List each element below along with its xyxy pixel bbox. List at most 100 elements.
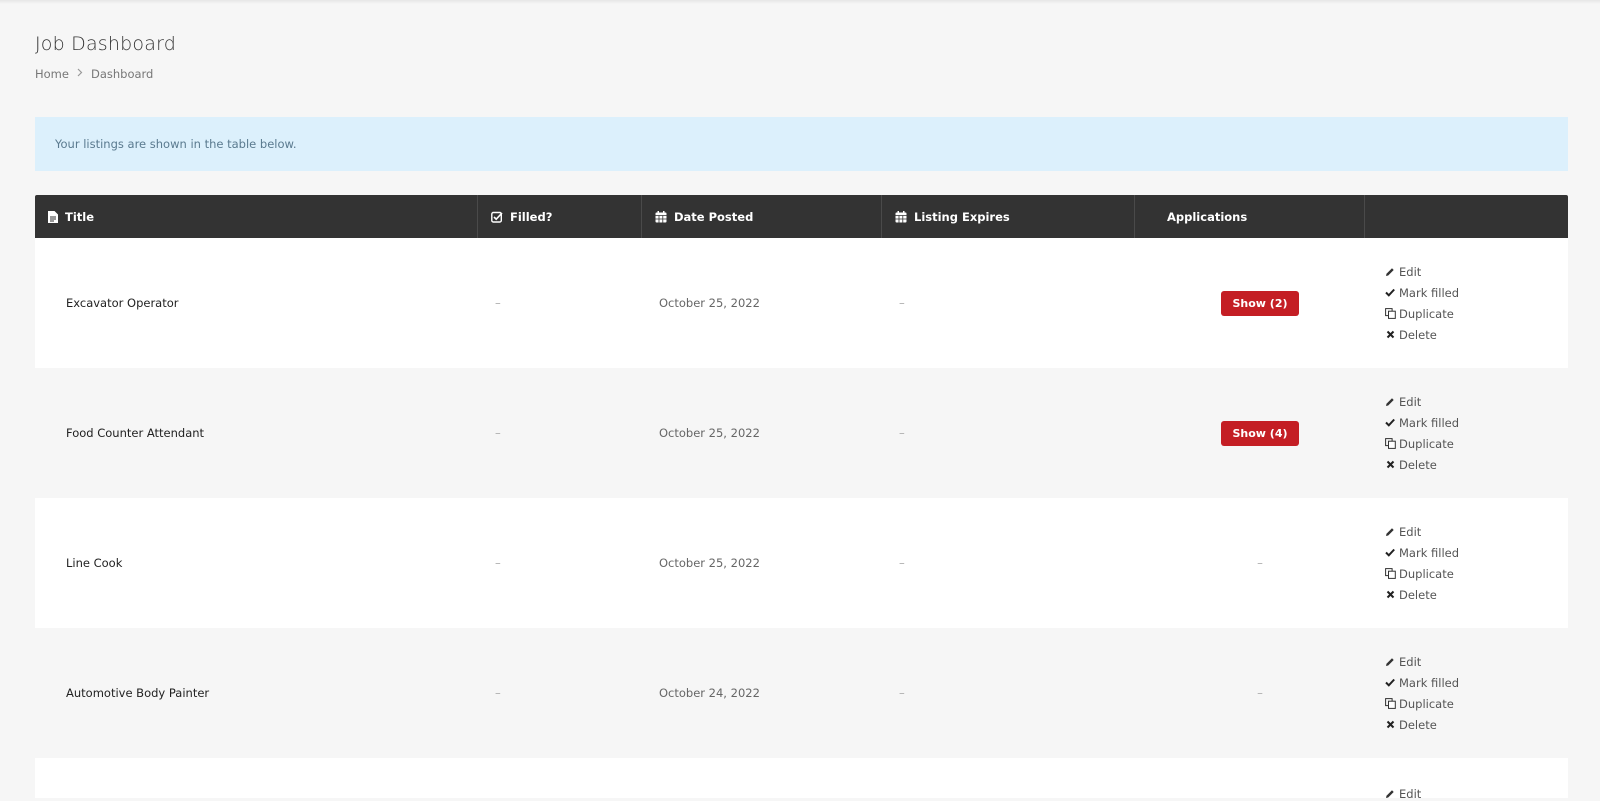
breadcrumb: Home Dashboard: [35, 67, 153, 81]
filled-status: –: [478, 628, 642, 758]
show-applications-button[interactable]: Show (2): [1221, 290, 1299, 316]
date-posted-text: October 25, 2022: [659, 296, 760, 310]
mark-filled-action[interactable]: Mark filled: [1383, 545, 1459, 560]
actions-cell: Edit Mark filled Duplicate Delete: [1365, 498, 1568, 628]
edit-action[interactable]: Edit: [1383, 524, 1459, 539]
calendar-icon: [655, 210, 667, 223]
column-header-actions: [1365, 195, 1568, 238]
info-notice: Your listings are shown in the table bel…: [35, 117, 1568, 171]
duplicate-action-label: Duplicate: [1399, 306, 1454, 321]
edit-action[interactable]: Edit: [1383, 654, 1459, 669]
delete-action[interactable]: Delete: [1383, 327, 1459, 342]
mark-filled-action-label: Mark filled: [1399, 285, 1460, 300]
duplicate-action[interactable]: Duplicate: [1383, 696, 1459, 711]
date-posted: October 25, 2022: [642, 368, 882, 498]
column-header-date-posted-label: Date Posted: [674, 209, 754, 224]
column-header-title[interactable]: Title: [35, 195, 478, 238]
row-actions: Edit Mark filled Duplicate Delete: [1383, 264, 1459, 342]
edit-action[interactable]: Edit: [1383, 394, 1459, 409]
filled-status: –: [478, 238, 642, 368]
checkmark-icon: [1383, 548, 1397, 557]
job-title[interactable]: Excavator Operator: [35, 238, 478, 368]
column-header-filled[interactable]: Filled?: [478, 195, 642, 238]
pencil-icon: [1383, 267, 1397, 277]
mark-filled-action[interactable]: Mark filled: [1383, 675, 1459, 690]
filled-status: –: [478, 368, 642, 498]
filled-status-text: –: [495, 296, 501, 310]
copy-icon: [1383, 438, 1397, 449]
close-icon: [1383, 460, 1397, 469]
close-icon: [1383, 330, 1397, 339]
job-title-text: Line Cook: [66, 556, 123, 570]
filled-status-text: –: [495, 686, 501, 700]
calendar-icon: [895, 210, 907, 223]
pencil-icon: [1383, 657, 1397, 667]
duplicate-action[interactable]: Duplicate: [1383, 566, 1459, 581]
row-actions: Edit Mark filled Duplicate Delete: [1383, 654, 1459, 732]
applications-cell: Show (4): [1135, 368, 1365, 498]
column-header-filled-label: Filled?: [510, 209, 553, 224]
checkmark-icon: [1383, 678, 1397, 687]
checkbox-checked-icon: [491, 211, 503, 223]
duplicate-action-label: Duplicate: [1399, 436, 1454, 451]
listing-expires: –: [882, 238, 1135, 368]
listing-expires-text: –: [899, 296, 905, 310]
actions-cell: Edit Mark filled Duplicate Delete: [1365, 238, 1568, 368]
duplicate-action-label: Duplicate: [1399, 696, 1454, 711]
delete-action[interactable]: Delete: [1383, 717, 1459, 732]
job-title-text: Food Counter Attendant: [66, 426, 205, 440]
duplicate-action-label: Duplicate: [1399, 566, 1454, 581]
mark-filled-action-label: Mark filled: [1399, 675, 1460, 690]
edit-action-label: Edit: [1399, 524, 1422, 539]
show-applications-button[interactable]: Show (4): [1221, 420, 1299, 446]
job-title[interactable]: Food Counter Attendant: [35, 368, 478, 498]
job-title-text: Automotive Body Painter: [66, 686, 210, 700]
checkmark-icon: [1383, 288, 1397, 297]
applications-text: –: [1257, 686, 1263, 700]
duplicate-action[interactable]: Duplicate: [1383, 436, 1459, 451]
delete-action[interactable]: Delete: [1383, 587, 1459, 602]
copy-icon: [1383, 698, 1397, 709]
edit-action[interactable]: Edit: [1383, 264, 1459, 279]
date-posted-text: October 24, 2022: [659, 686, 760, 700]
close-icon: [1383, 590, 1397, 599]
chevron-right-icon: [77, 68, 83, 80]
date-posted: October 25, 2022: [642, 498, 882, 628]
top-shadow: [0, 0, 1600, 4]
edit-action-label: Edit: [1399, 654, 1422, 669]
edit-action-label: Edit: [1399, 264, 1422, 279]
mark-filled-action[interactable]: Mark filled: [1383, 285, 1459, 300]
delete-action[interactable]: Delete: [1383, 457, 1459, 472]
page-title: Job Dashboard: [35, 33, 177, 55]
job-listings-table: Title Filled? Date Posted Listing Expire…: [35, 195, 1568, 801]
table-row: Excavator Operator – October 25, 2022 – …: [35, 238, 1568, 368]
listing-expires-text: –: [899, 426, 905, 440]
column-header-applications[interactable]: Applications: [1135, 195, 1365, 238]
date-posted: October 24, 2022: [642, 628, 882, 758]
date-posted-text: October 25, 2022: [659, 426, 760, 440]
breadcrumb-home-link[interactable]: Home: [35, 67, 69, 81]
breadcrumb-current: Dashboard: [90, 67, 154, 81]
listing-expires: –: [882, 628, 1135, 758]
listing-expires: –: [882, 498, 1135, 628]
file-icon: [48, 210, 58, 223]
table-row-partial: Edit: [35, 758, 1568, 801]
job-title-text: Excavator Operator: [66, 296, 179, 310]
actions-cell: Edit Mark filled Duplicate Delete: [1365, 628, 1568, 758]
mark-filled-action-label: Mark filled: [1399, 545, 1460, 560]
column-header-listing-expires-label: Listing Expires: [914, 209, 1010, 224]
column-header-listing-expires[interactable]: Listing Expires: [882, 195, 1135, 238]
job-title[interactable]: Line Cook: [35, 498, 478, 628]
job-title[interactable]: Automotive Body Painter: [35, 628, 478, 758]
listing-expires-text: –: [899, 556, 905, 570]
column-header-applications-label: Applications: [1167, 209, 1248, 224]
table-row: Line Cook – October 25, 2022 – – Edit Ma…: [35, 498, 1568, 628]
mark-filled-action[interactable]: Mark filled: [1383, 415, 1459, 430]
applications-cell: –: [1135, 498, 1365, 628]
delete-action-label: Delete: [1399, 327, 1437, 342]
duplicate-action[interactable]: Duplicate: [1383, 306, 1459, 321]
mark-filled-action-label: Mark filled: [1399, 415, 1460, 430]
listing-expires: –: [882, 368, 1135, 498]
column-header-date-posted[interactable]: Date Posted: [642, 195, 882, 238]
filled-status-text: –: [495, 426, 501, 440]
